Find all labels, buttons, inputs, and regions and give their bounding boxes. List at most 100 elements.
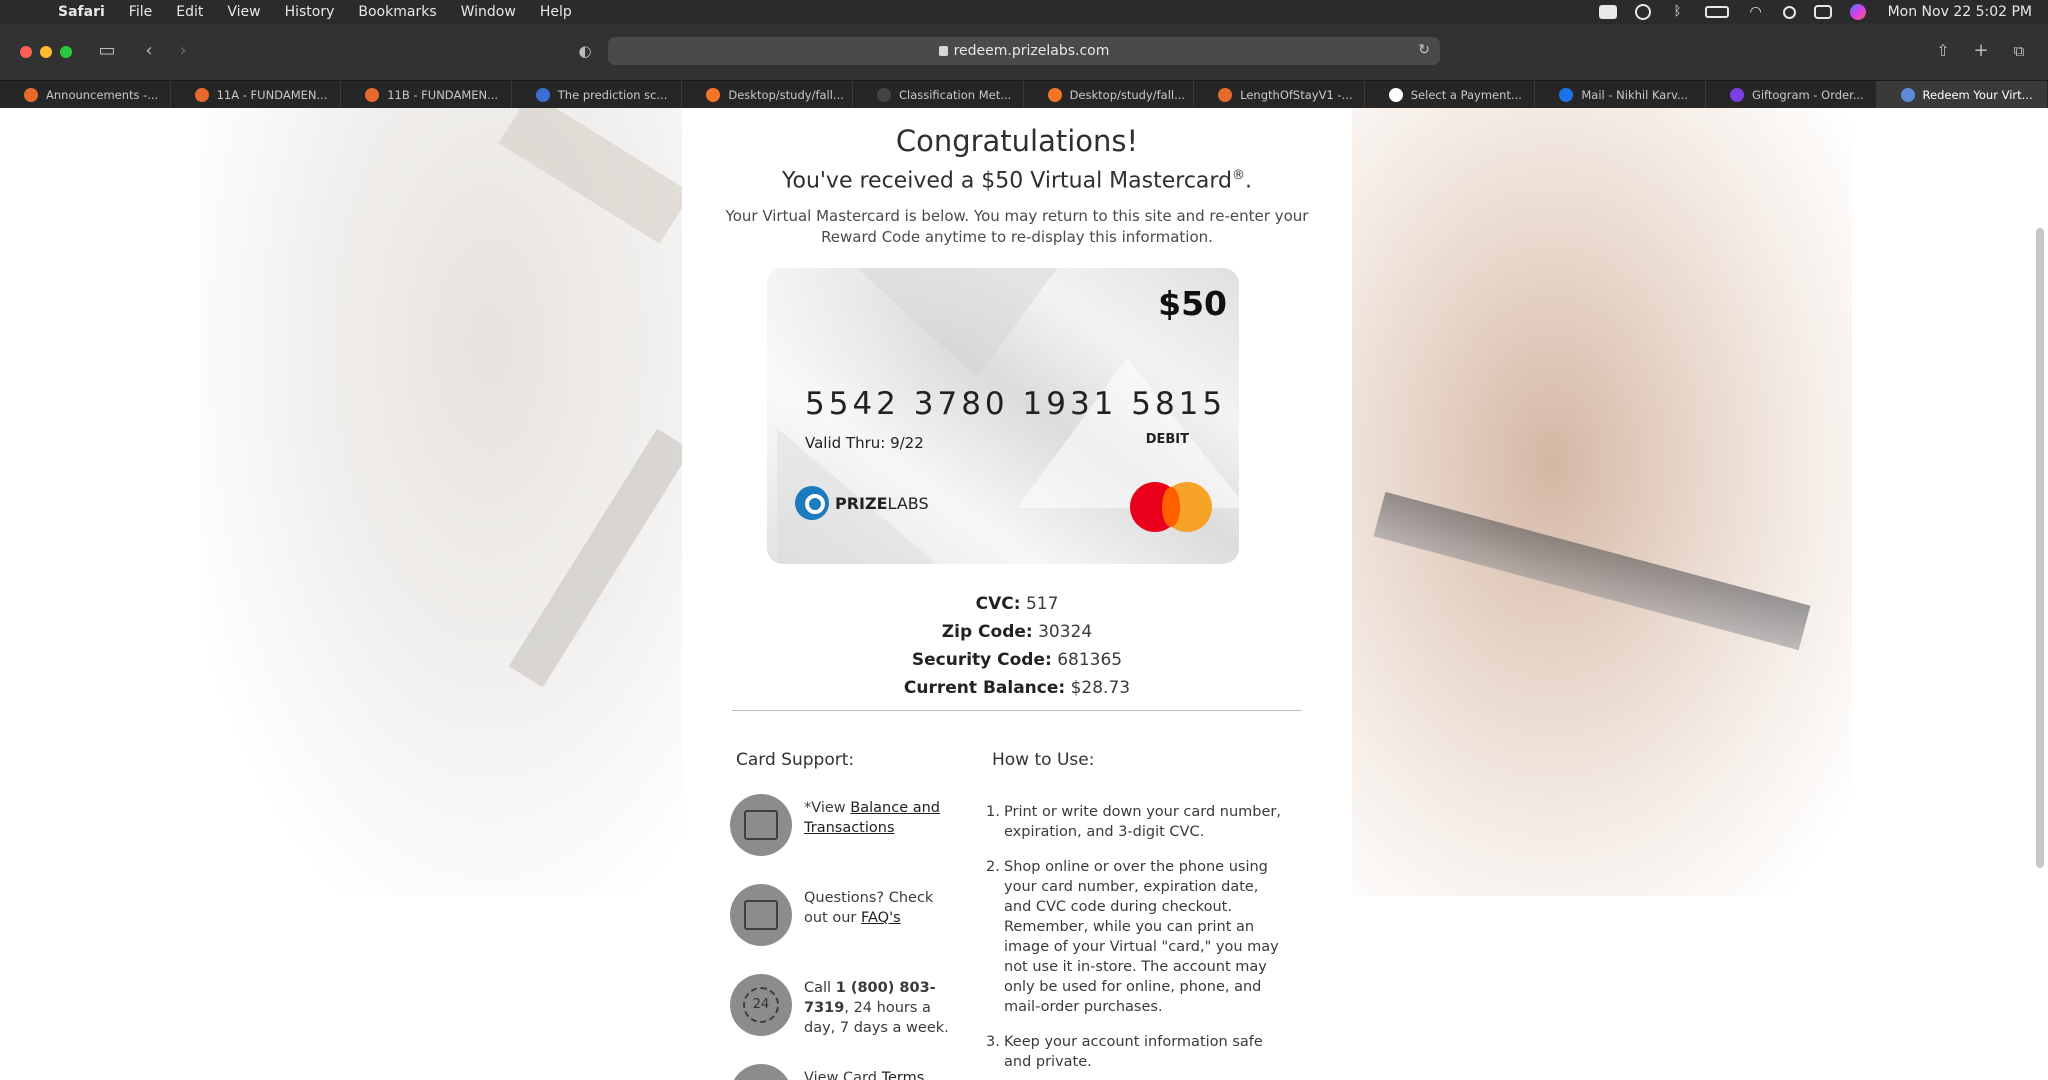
tab[interactable]: 11B - FUNDAMEN... — [341, 81, 512, 109]
tab[interactable]: Giftogram - Order... — [1706, 81, 1877, 109]
tab-favicon-icon — [1388, 88, 1403, 102]
tab-overview-icon[interactable]: ⧉ — [2008, 40, 2030, 62]
address-bar[interactable]: redeem.prizelabs.com ↻ — [608, 37, 1440, 65]
tab-bar: Announcements -... 11A - FUNDAMEN... 11B… — [0, 80, 2048, 109]
control-center-icon[interactable] — [1813, 5, 1832, 19]
siri-icon[interactable] — [1849, 4, 1866, 20]
menu-help[interactable]: Help — [540, 4, 572, 20]
support-item-balance: *View Balance and Transactions — [730, 794, 960, 856]
card-amount: $50 — [1158, 284, 1227, 323]
menu-bookmarks[interactable]: Bookmarks — [358, 4, 436, 20]
spotlight-search-icon[interactable] — [1782, 5, 1796, 19]
terms-icon — [730, 1064, 792, 1080]
prizelabs-logo-text: PRIZELABS — [835, 494, 929, 513]
tab-label: Announcements -... — [46, 88, 159, 102]
card-terms-link[interactable]: Terms — [882, 1070, 925, 1080]
apple-menu-icon[interactable] — [22, 3, 38, 21]
menu-window[interactable]: Window — [461, 4, 516, 20]
tab-label: Desktop/study/fall... — [728, 88, 844, 102]
logo-text-bold: PRIZE — [835, 493, 888, 513]
sidebar-toggle-icon[interactable]: ▭ — [96, 40, 118, 62]
support-item-faq: Questions? Check out our FAQ's — [730, 884, 960, 946]
detail-value: 681365 — [1057, 650, 1123, 670]
lock-icon — [938, 46, 948, 56]
step-number: 2. — [986, 859, 1000, 875]
support-text: *View Balance and Transactions — [804, 798, 949, 856]
checkmark-app-icon[interactable] — [1598, 5, 1617, 19]
tab[interactable]: 11A - FUNDAMEN... — [171, 81, 342, 109]
prizelabs-logo: PRIZELABS — [795, 486, 929, 520]
tab[interactable]: Desktop/study/fall... — [682, 81, 853, 109]
support-text-prefix: Call — [804, 980, 836, 996]
new-tab-icon[interactable]: + — [1970, 40, 1992, 62]
tab-label: The prediction sc... — [557, 88, 668, 102]
battery-icon[interactable] — [1704, 6, 1729, 18]
menu-file[interactable]: File — [129, 4, 152, 20]
support-item-phone: 24 Call 1 (800) 803-7319, 24 hours a day… — [730, 974, 960, 1038]
subtitle-period: . — [1245, 168, 1253, 194]
how-to-use-heading: How to Use: — [992, 750, 1095, 770]
how-to-step: 2. Shop online or over the phone using yo… — [986, 857, 1286, 1017]
url-text: redeem.prizelabs.com — [953, 43, 1110, 59]
menubar-clock[interactable]: Mon Nov 22 5:02 PM — [1888, 4, 2032, 20]
detail-label: CVC: — [975, 594, 1021, 614]
menu-edit[interactable]: Edit — [176, 4, 203, 20]
faq-link[interactable]: FAQ's — [861, 910, 901, 926]
how-to-step: 1. Print or write down your card number, … — [986, 802, 1286, 842]
card-details: CVC: 517 Zip Code: 30324 Security Code: … — [682, 590, 1352, 702]
wifi-icon[interactable]: ◠ — [1747, 5, 1765, 19]
reload-icon[interactable]: ↻ — [1418, 42, 1430, 58]
icon-inner: 24 — [743, 987, 779, 1023]
minimize-window-button[interactable] — [40, 46, 52, 58]
step-text: Print or write down your card number, ex… — [1004, 804, 1281, 840]
background-image-left — [200, 108, 692, 896]
card-valid-thru: Valid Thru: 9/22 — [805, 434, 924, 452]
step-text: Keep your account information safe and p… — [1004, 1034, 1263, 1070]
background-card-shape — [498, 108, 692, 244]
status-area: ᛒ ◠ Mon Nov 22 5:02 PM — [1598, 0, 2032, 24]
registered-mark: ® — [1232, 168, 1246, 183]
detail-zip: Zip Code: 30324 — [682, 618, 1352, 646]
tab[interactable]: LengthOfStayV1 -... — [1194, 81, 1365, 109]
tab-label: LengthOfStayV1 -... — [1240, 88, 1353, 102]
tab-favicon-icon — [706, 88, 721, 102]
support-text: View Card Terms — [804, 1068, 949, 1080]
phone-24h-icon: 24 — [730, 974, 792, 1036]
back-arrow-icon[interactable]: ‹ — [138, 40, 160, 62]
tab-label: Desktop/study/fall... — [1069, 88, 1186, 102]
support-text: Questions? Check out our FAQ's — [804, 888, 949, 946]
page-scrollbar[interactable] — [2036, 228, 2044, 868]
detail-value: 517 — [1025, 594, 1059, 614]
tab[interactable]: Select a Payment... — [1365, 81, 1536, 109]
background-tablet-shape — [1373, 491, 1811, 651]
balance-transactions-icon — [730, 794, 792, 856]
forward-arrow-icon[interactable]: › — [172, 40, 194, 62]
play-icon[interactable] — [1634, 4, 1651, 20]
tab[interactable]: Announcements -... — [0, 81, 171, 109]
mastercard-overlap — [1162, 487, 1180, 527]
detail-label: Current Balance: — [903, 678, 1066, 698]
detail-balance: Current Balance: $28.73 — [682, 674, 1352, 702]
support-text: Call 1 (800) 803-7319, 24 hours a day, 7… — [804, 978, 949, 1038]
zoom-window-button[interactable] — [60, 46, 72, 58]
share-icon[interactable]: ⇧ — [1932, 40, 1954, 62]
menu-app-safari[interactable]: Safari — [58, 4, 105, 20]
tab[interactable]: Mail - Nikhil Karv... — [1535, 81, 1706, 109]
tab[interactable]: Desktop/study/fall... — [1024, 81, 1195, 109]
mastercard-logo-icon — [1130, 482, 1216, 532]
tab-favicon-icon — [365, 88, 380, 102]
menu-view[interactable]: View — [227, 4, 260, 20]
privacy-shield-icon[interactable]: ◐ — [574, 40, 596, 62]
tab-active[interactable]: Redeem Your Virt... — [1876, 81, 2048, 109]
close-window-button[interactable] — [20, 46, 32, 58]
menu-history[interactable]: History — [285, 4, 335, 20]
bluetooth-icon[interactable]: ᛒ — [1669, 5, 1687, 19]
support-item-terms: View Card Terms — [730, 1064, 960, 1080]
tab-favicon-icon — [876, 88, 891, 102]
menubar: Safari File Edit View History Bookmarks … — [0, 0, 2048, 24]
tab[interactable]: The prediction sc... — [512, 81, 683, 109]
tab[interactable]: Classification Met... — [853, 81, 1024, 109]
prizelabs-logo-icon — [795, 486, 829, 520]
tab-label: Select a Payment... — [1410, 88, 1522, 102]
detail-value: 30324 — [1038, 622, 1093, 642]
